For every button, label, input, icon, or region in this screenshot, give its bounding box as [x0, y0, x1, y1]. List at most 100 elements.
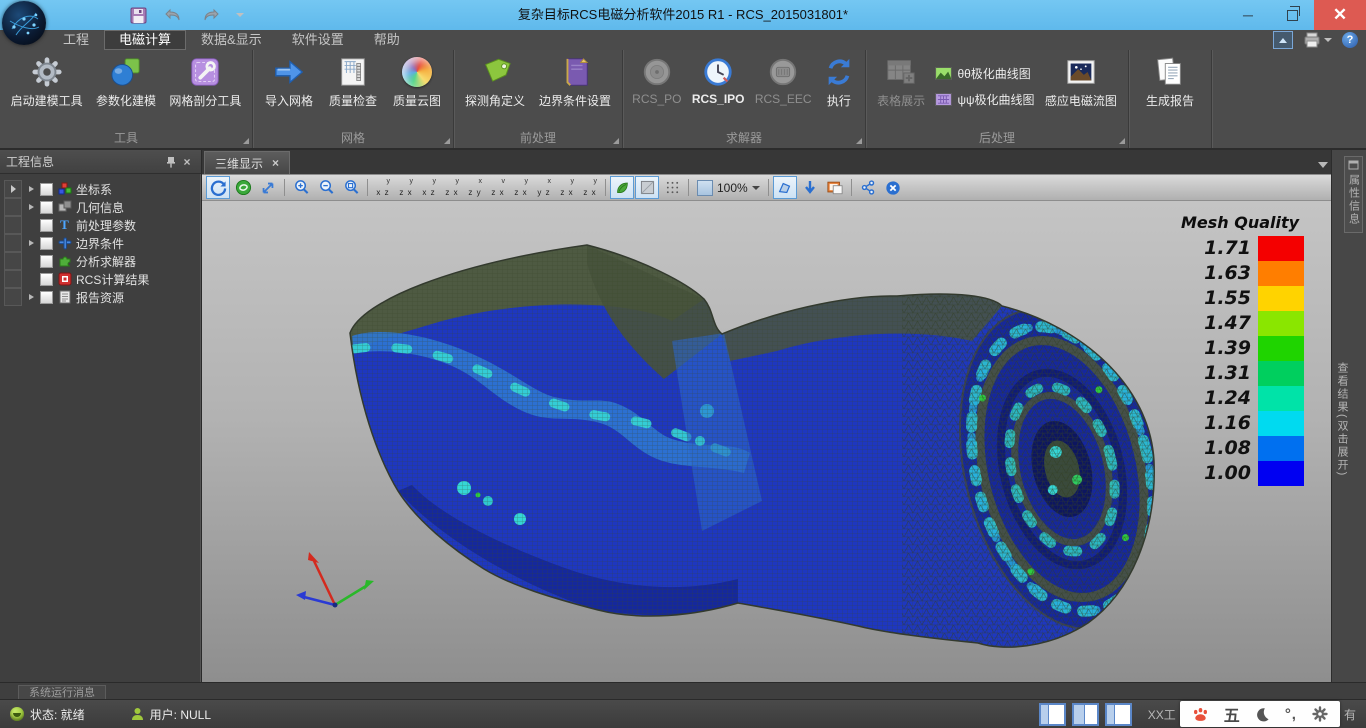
- view-iso1-button[interactable]: yz x: [510, 177, 532, 198]
- probe-angle-button[interactable]: 探测角定义: [461, 53, 529, 111]
- layout-split-panel-button[interactable]: [1072, 703, 1099, 726]
- tree-item-preprocess-params[interactable]: T 前处理参数: [0, 216, 201, 234]
- checkbox[interactable]: [40, 255, 53, 268]
- dialog-launcher-icon[interactable]: [444, 138, 450, 144]
- view-front-button[interactable]: yx z: [372, 177, 394, 198]
- mesh-partition-tool-button[interactable]: 网格剖分工具: [165, 53, 245, 111]
- pin-icon[interactable]: [163, 154, 179, 170]
- legend-value: 1.00: [1204, 461, 1251, 486]
- zoom-out-button[interactable]: [314, 176, 338, 199]
- ime-wubi-mode[interactable]: 五: [1224, 702, 1240, 726]
- restore-button[interactable]: [1270, 0, 1314, 30]
- tree-item-analysis-solver[interactable]: 分析求解器: [0, 252, 201, 270]
- rcs-ipo-button[interactable]: RCS_IPO: [688, 53, 749, 108]
- dialog-launcher-icon[interactable]: [613, 138, 619, 144]
- shaded-mode-button[interactable]: [610, 176, 634, 199]
- quality-check-button[interactable]: 质量检查: [325, 53, 381, 111]
- tree-item-boundary-conditions[interactable]: 边界条件: [0, 234, 201, 252]
- 3d-canvas[interactable]: Mesh Quality 1.71 1.63 1.55 1.47 1.39 1.…: [202, 201, 1332, 683]
- points-mode-button[interactable]: [660, 176, 684, 199]
- expand-arrow-icon[interactable]: [26, 204, 36, 210]
- undo-button[interactable]: [164, 5, 184, 25]
- table-display-button[interactable]: 表格展示: [873, 53, 929, 111]
- polygon-select-button[interactable]: [773, 176, 797, 199]
- tab-close-icon[interactable]: ×: [272, 156, 279, 170]
- menu-tab-help[interactable]: 帮助: [359, 30, 415, 50]
- print-menu-button[interactable]: [1303, 32, 1332, 48]
- generate-report-button[interactable]: 生成报告: [1142, 53, 1198, 111]
- menu-tab-em-compute[interactable]: 电磁计算: [104, 30, 186, 50]
- tab-3d-display[interactable]: 三维显示 ×: [204, 151, 290, 174]
- collapse-ribbon-button[interactable]: [1273, 31, 1293, 49]
- ime-punctuation-mode[interactable]: °,: [1285, 706, 1297, 723]
- view-top-button[interactable]: xz y: [464, 177, 486, 198]
- menu-tab-data-display[interactable]: 数据&显示: [186, 30, 277, 50]
- minimize-button[interactable]: ─: [1226, 0, 1270, 30]
- view-right-button[interactable]: yz x: [441, 177, 463, 198]
- button-label: θθ极化曲线图: [957, 65, 1030, 82]
- tree-item-rcs-results[interactable]: RCS计算结果: [0, 270, 201, 288]
- view-bottom-button[interactable]: vz x: [487, 177, 509, 198]
- import-mesh-button[interactable]: 导入网格: [261, 53, 317, 111]
- rotate-view-button[interactable]: [206, 176, 230, 199]
- zoom-extents-button[interactable]: [339, 176, 363, 199]
- checkbox[interactable]: [40, 291, 53, 304]
- rcs-po-button[interactable]: RCS_PO: [628, 53, 685, 108]
- checkbox[interactable]: [40, 183, 53, 196]
- tree-item-geometry-info[interactable]: 几何信息: [0, 198, 201, 216]
- layout-left-panel-button[interactable]: [1039, 703, 1066, 726]
- boundary-condition-button[interactable]: 边界条件设置: [535, 53, 615, 111]
- title-bar[interactable]: 复杂目标RCS电磁分析软件2015 R1 - RCS_2015031801* ─…: [0, 0, 1366, 30]
- layout-bottom-panel-button[interactable]: [1105, 703, 1132, 726]
- dialog-launcher-icon[interactable]: [243, 138, 249, 144]
- zoom-level-control[interactable]: 100%: [693, 180, 764, 196]
- panel-close-icon[interactable]: ×: [179, 154, 195, 170]
- properties-panel-tab[interactable]: 属性信息: [1344, 156, 1363, 233]
- arrow-down-button[interactable]: [798, 176, 822, 199]
- ime-toolbar[interactable]: 五 °,: [1180, 701, 1340, 727]
- tab-list-dropdown-icon[interactable]: [1318, 162, 1328, 168]
- expand-arrow-icon[interactable]: [26, 240, 36, 246]
- view-iso2-button[interactable]: xy z: [533, 177, 555, 198]
- induced-current-map-button[interactable]: 感应电磁流图: [1041, 53, 1121, 111]
- help-button[interactable]: ?: [1342, 32, 1358, 48]
- zoom-in-button[interactable]: [289, 176, 313, 199]
- checkbox[interactable]: [40, 273, 53, 286]
- dialog-launcher-icon[interactable]: [1119, 138, 1125, 144]
- capture-view-button[interactable]: [823, 176, 847, 199]
- wireframe-mode-button[interactable]: [635, 176, 659, 199]
- close-view-button[interactable]: [881, 176, 905, 199]
- expand-arrow-icon[interactable]: [26, 186, 36, 192]
- tree-item-coordinate-system[interactable]: 坐标系: [0, 180, 201, 198]
- report-icon: [1153, 55, 1187, 89]
- ime-paw-icon: [1192, 706, 1209, 722]
- pan-resize-button[interactable]: [256, 176, 280, 199]
- checkbox[interactable]: [40, 237, 53, 250]
- theta-polarization-curve-button[interactable]: θθ极化曲线图: [935, 65, 1034, 82]
- button-label: 参数化建模: [96, 92, 156, 109]
- view-left-button[interactable]: yx z: [418, 177, 440, 198]
- execute-button[interactable]: 执行: [818, 53, 860, 111]
- legend-swatch: [1258, 286, 1304, 311]
- view-back-button[interactable]: yz x: [395, 177, 417, 198]
- parametric-modeling-button[interactable]: 参数化建模: [92, 53, 160, 111]
- view-iso4-button[interactable]: yz x: [579, 177, 601, 198]
- checkbox[interactable]: [40, 219, 53, 232]
- tree-item-report-resources[interactable]: 报告资源: [0, 288, 201, 306]
- checkbox[interactable]: [40, 201, 53, 214]
- quality-cloud-button[interactable]: 质量云图: [389, 53, 445, 111]
- launch-modeling-tool-button[interactable]: 启动建模工具: [7, 53, 87, 111]
- dialog-launcher-icon[interactable]: [856, 138, 862, 144]
- rcs-eec-button[interactable]: RCS_EEC: [751, 53, 816, 108]
- view-results-tab[interactable]: 查看结果(双击展开): [1334, 362, 1350, 482]
- orbit-view-button[interactable]: [231, 176, 255, 199]
- close-button[interactable]: ✕: [1314, 0, 1366, 30]
- save-button[interactable]: [128, 5, 148, 25]
- view-iso3-button[interactable]: yz x: [556, 177, 578, 198]
- menu-tab-settings[interactable]: 软件设置: [277, 30, 359, 50]
- zoom-dropdown-icon[interactable]: [752, 186, 760, 190]
- menu-tab-project[interactable]: 工程: [48, 30, 104, 50]
- psi-polarization-curve-button[interactable]: ψψ极化曲线图: [935, 91, 1034, 108]
- expand-arrow-icon[interactable]: [26, 294, 36, 300]
- share-export-button[interactable]: [856, 176, 880, 199]
